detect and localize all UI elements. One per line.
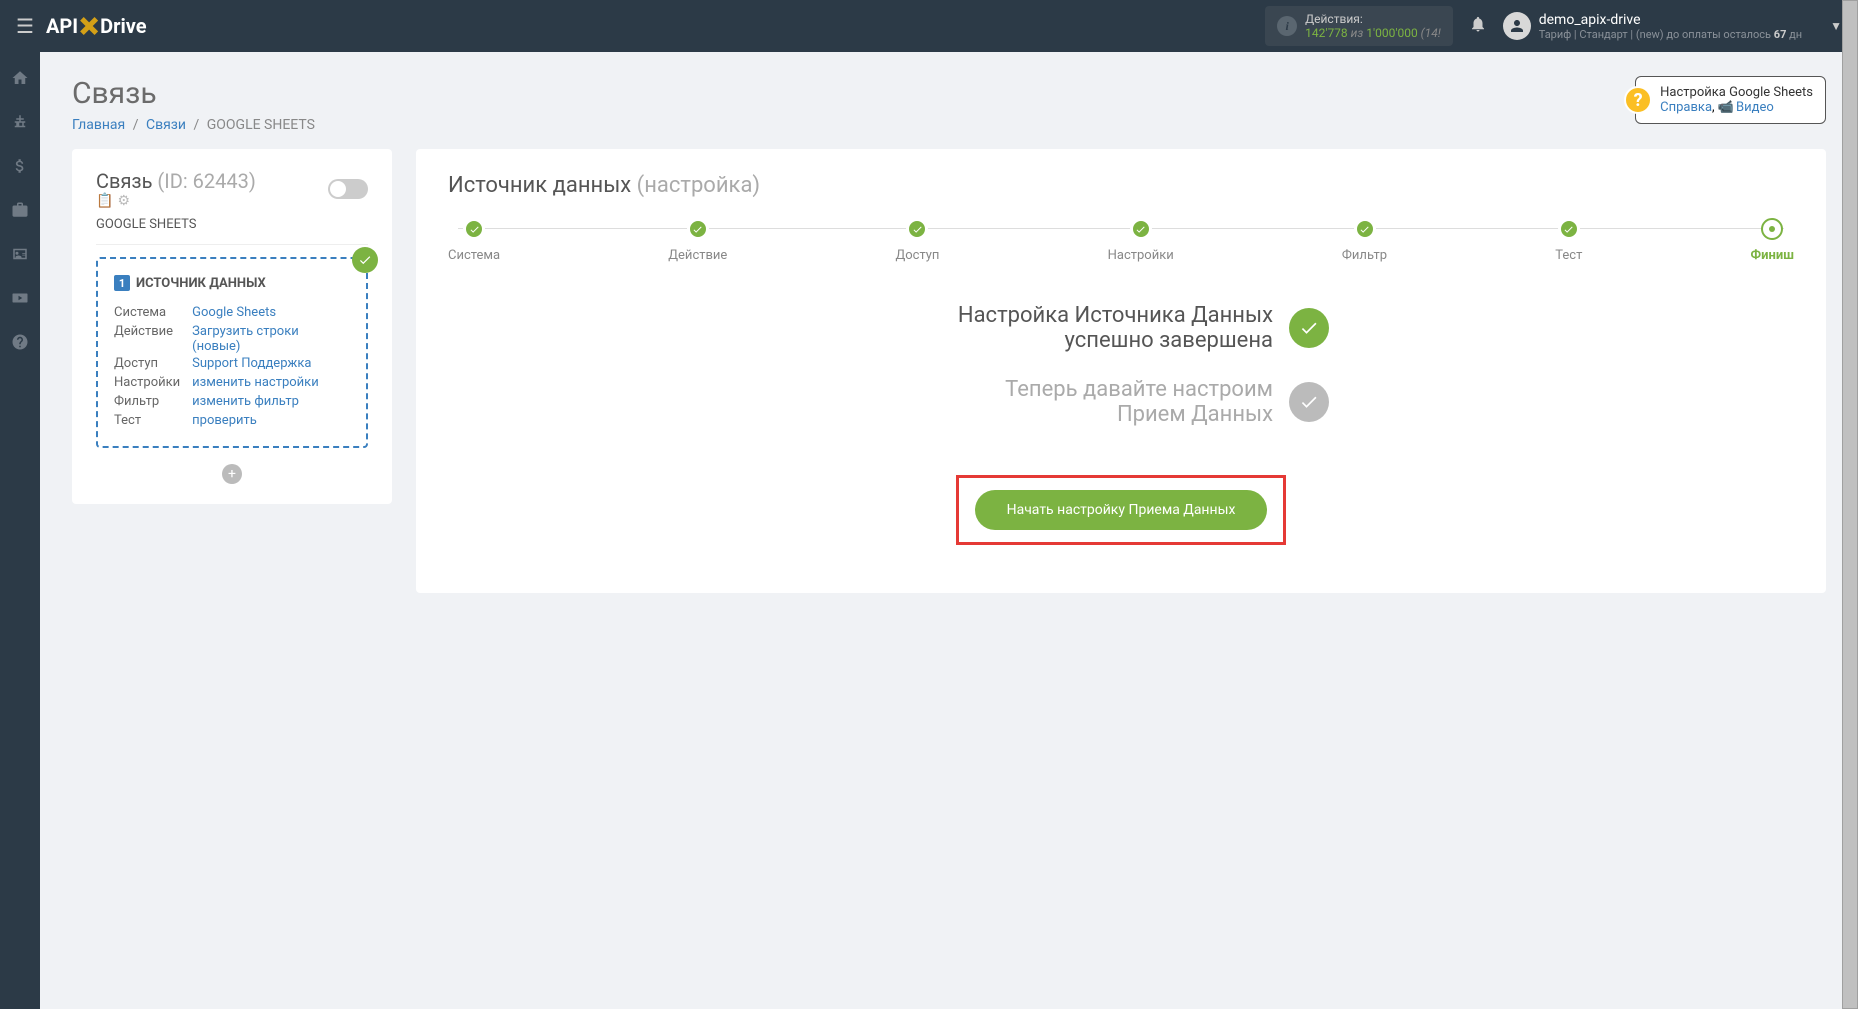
user-name: demo_apix-drive: [1539, 12, 1802, 28]
logo[interactable]: API Drive: [46, 14, 147, 38]
hierarchy-icon[interactable]: [10, 112, 30, 132]
id-card-icon[interactable]: [10, 244, 30, 264]
help-link[interactable]: Справка: [1660, 100, 1712, 115]
topbar: ☰ API Drive i Действия: 142'778 из 1'000…: [0, 0, 1858, 52]
cta-highlight: Начать настройку Приема Данных: [956, 475, 1287, 545]
info-icon: i: [1277, 16, 1297, 36]
breadcrumb-links[interactable]: Связи: [146, 117, 186, 133]
step-system[interactable]: Система: [448, 218, 500, 263]
stepper: Система Действие Доступ Настройки Фильтр…: [448, 218, 1794, 263]
step-test[interactable]: Тест: [1555, 218, 1582, 263]
topbar-right: i Действия: 142'778 из 1'000'000 (14! de…: [1265, 6, 1842, 46]
right-panel: Источник данных (настройка) Система Дейс…: [416, 149, 1826, 593]
source-action-link[interactable]: Загрузить строки (новые): [192, 324, 299, 354]
main-content: Связь Главная / Связи / GOOGLE SHEETS ? …: [40, 52, 1858, 617]
source-test-link[interactable]: проверить: [192, 413, 257, 428]
breadcrumb-current: GOOGLE SHEETS: [207, 117, 315, 133]
sidebar: [0, 52, 40, 1009]
logo-text-2: Drive: [100, 14, 146, 38]
left-panel: Связь (ID: 62443) 📋 ⚙ GOOGLE SHEETS 1 ИС…: [72, 149, 392, 504]
user-menu[interactable]: demo_apix-drive Тариф | Стандарт | (new)…: [1503, 12, 1842, 41]
source-number: 1: [114, 275, 130, 291]
breadcrumb-home[interactable]: Главная: [72, 117, 125, 133]
dollar-icon[interactable]: [10, 156, 30, 176]
start-receiver-setup-button[interactable]: Начать настройку Приема Данных: [975, 490, 1268, 530]
source-row: Настройкиизменить настройки: [114, 373, 350, 392]
source-card: 1 ИСТОЧНИК ДАННЫХ СистемаGoogle Sheets Д…: [96, 257, 368, 448]
logo-text-1: API: [46, 14, 78, 38]
avatar-icon: [1503, 12, 1531, 40]
check-badge-icon: [352, 247, 378, 273]
question-mark-icon: ?: [1624, 86, 1652, 114]
help-title: Настройка Google Sheets: [1660, 85, 1813, 100]
source-system-link[interactable]: Google Sheets: [192, 305, 276, 320]
source-filter-link[interactable]: изменить фильтр: [192, 394, 299, 409]
source-row: Тестпроверить: [114, 411, 350, 430]
actions-counter[interactable]: i Действия: 142'778 из 1'000'000 (14!: [1265, 6, 1453, 46]
source-access-link[interactable]: Support Поддержка: [192, 356, 311, 371]
page-header: Связь Главная / Связи / GOOGLE SHEETS ? …: [72, 76, 1826, 133]
home-icon[interactable]: [10, 68, 30, 88]
chevron-down-icon: ▼: [1830, 19, 1842, 33]
scrollbar-thumb[interactable]: [1842, 0, 1858, 1009]
source-row: ДействиеЗагрузить строки (новые): [114, 322, 350, 354]
briefcase-icon[interactable]: [10, 200, 30, 220]
actions-label: Действия:: [1305, 12, 1441, 26]
step-settings[interactable]: Настройки: [1108, 218, 1174, 263]
source-card-title: 1 ИСТОЧНИК ДАННЫХ: [114, 275, 350, 291]
user-tariff: Тариф | Стандарт | (new) до оплаты остал…: [1539, 28, 1802, 41]
video-link[interactable]: 📹Видео: [1718, 100, 1774, 115]
status-area: Настройка Источника Данных успешно завер…: [448, 303, 1794, 545]
status-complete: Настройка Источника Данных успешно завер…: [913, 303, 1329, 353]
source-row: СистемаGoogle Sheets: [114, 303, 350, 322]
source-row: ДоступSupport Поддержка: [114, 354, 350, 373]
step-filter[interactable]: Фильтр: [1342, 218, 1387, 263]
check-icon-pending: [1289, 382, 1329, 422]
copy-icon[interactable]: 📋: [96, 193, 113, 209]
scrollbar[interactable]: [1842, 0, 1858, 1009]
status-complete-text: Настройка Источника Данных успешно завер…: [913, 303, 1273, 353]
help-icon[interactable]: [10, 332, 30, 352]
step-access[interactable]: Доступ: [895, 218, 939, 263]
connection-subtitle: GOOGLE SHEETS: [96, 217, 368, 245]
actions-numbers: 142'778 из 1'000'000 (14!: [1305, 26, 1441, 40]
connection-title: Связь (ID: 62443) 📋 ⚙: [96, 169, 256, 209]
youtube-icon[interactable]: [10, 288, 30, 308]
logo-x-icon: [80, 17, 98, 35]
source-settings-link[interactable]: изменить настройки: [192, 375, 319, 390]
status-next-text: Теперь давайте настроим Прием Данных: [913, 377, 1273, 427]
step-action[interactable]: Действие: [668, 218, 727, 263]
hamburger-menu-icon[interactable]: ☰: [16, 14, 34, 38]
source-row: Фильтризменить фильтр: [114, 392, 350, 411]
content-area: Связь (ID: 62443) 📋 ⚙ GOOGLE SHEETS 1 ИС…: [72, 149, 1826, 593]
status-next: Теперь давайте настроим Прием Данных: [913, 377, 1329, 427]
gear-icon[interactable]: ⚙: [117, 193, 130, 209]
source-rows: СистемаGoogle Sheets ДействиеЗагрузить с…: [114, 303, 350, 430]
step-finish[interactable]: Финиш: [1751, 218, 1794, 263]
add-button[interactable]: +: [222, 464, 242, 484]
help-box: ? Настройка Google Sheets Справка, 📹Виде…: [1635, 76, 1826, 124]
connection-toggle[interactable]: [328, 179, 368, 199]
breadcrumbs: Главная / Связи / GOOGLE SHEETS: [72, 117, 315, 133]
check-icon: [1289, 308, 1329, 348]
page-title: Связь: [72, 76, 315, 111]
right-heading: Источник данных (настройка): [448, 173, 1794, 198]
notifications-bell-icon[interactable]: [1469, 15, 1487, 38]
video-icon: 📹: [1718, 100, 1734, 115]
